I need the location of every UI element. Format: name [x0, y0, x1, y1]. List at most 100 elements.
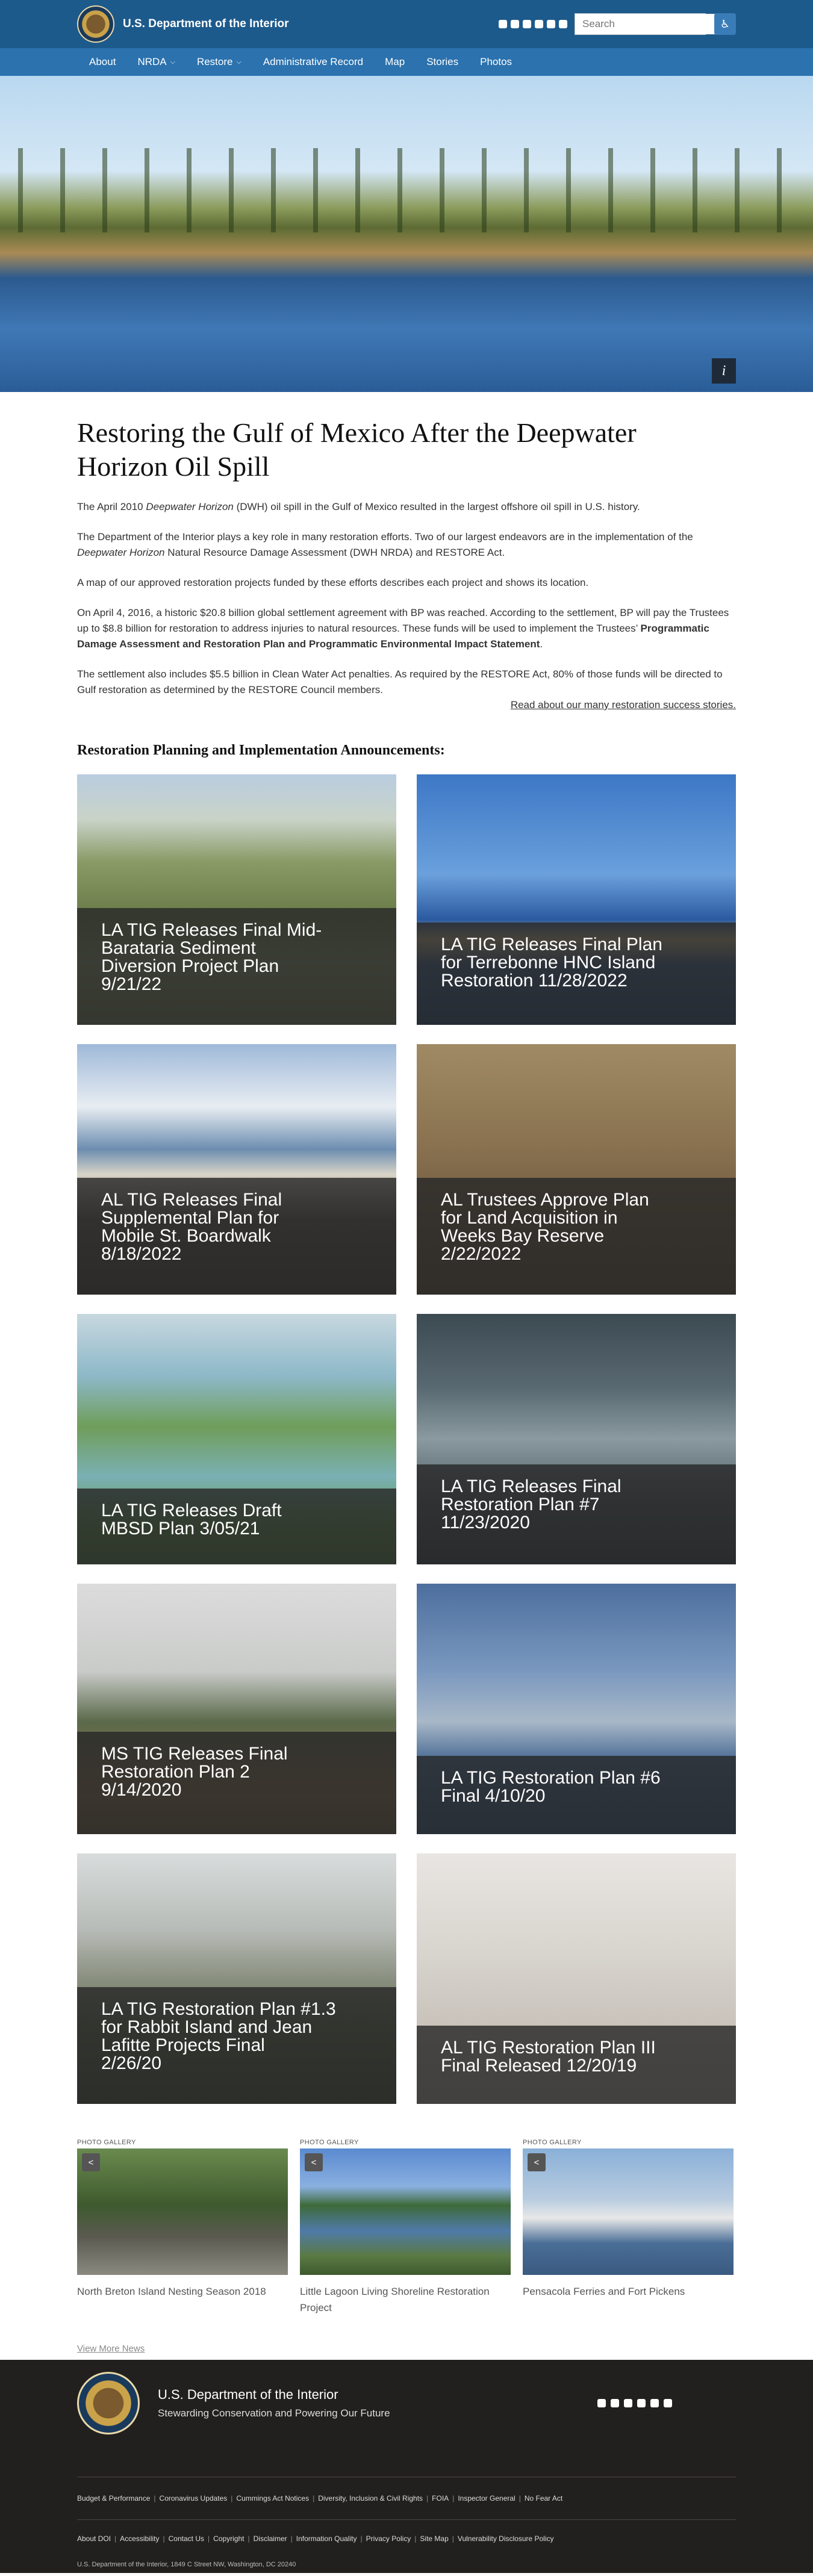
- announcement-card[interactable]: LA TIG Restoration Plan #1.3 for Rabbit I…: [77, 1853, 396, 2104]
- footer-link[interactable]: Information Quality: [296, 2534, 357, 2543]
- gallery-caption[interactable]: North Breton Island Nesting Season 2018: [77, 2283, 288, 2300]
- card-title: AL TIG Releases Final Supplemental Plan f…: [77, 1178, 396, 1295]
- instagram-icon[interactable]: [499, 20, 507, 28]
- announcement-card[interactable]: MS TIG Releases Final Restoration Plan 29…: [77, 1584, 396, 1834]
- footer-link[interactable]: Accessibility: [120, 2534, 159, 2543]
- footer-link[interactable]: Contact Us: [169, 2534, 204, 2543]
- twitter-icon[interactable]: [523, 20, 531, 28]
- gallery-kicker: PHOTO GALLERY: [77, 2139, 136, 2146]
- announcement-card[interactable]: LA TIG Releases Final Mid- Barataria Sedi…: [77, 774, 396, 1025]
- footer-link[interactable]: FOIA: [432, 2494, 449, 2503]
- announcement-card[interactable]: LA TIG Releases Final Restoration Plan #7…: [417, 1314, 736, 1564]
- intro-text: The April 2010 Deepwater Horizon (DWH) o…: [77, 499, 736, 711]
- footer-tagline: Stewarding Conservation and Powering Our…: [158, 2407, 390, 2419]
- success-stories: Read about our many restoration success …: [77, 699, 736, 711]
- gallery-item[interactable]: PHOTO GALLERY < North Breton Island Nest…: [77, 2139, 288, 2316]
- nav-item-nrda[interactable]: NRDA ⌵: [126, 56, 186, 68]
- intro-paragraph-1: The April 2010 Deepwater Horizon (DWH) o…: [77, 501, 640, 512]
- tumblr-icon[interactable]: [637, 2399, 646, 2407]
- nav-item-stories[interactable]: Stories: [416, 56, 469, 68]
- gallery-image[interactable]: <: [523, 2148, 734, 2275]
- linkedin-icon[interactable]: [650, 2399, 659, 2407]
- gallery-caption[interactable]: Pensacola Ferries and Fort Pickens: [523, 2283, 734, 2300]
- footer-link[interactable]: Budget & Performance: [77, 2494, 150, 2503]
- card-title: LA TIG Releases Final Plan for Terrebonne…: [417, 922, 736, 1025]
- gallery-item[interactable]: PHOTO GALLERY < Little Lagoon Living Sho…: [300, 2139, 511, 2316]
- announcement-card[interactable]: LA TIG Releases Draft MBSD Plan 3/05/21: [77, 1314, 396, 1564]
- nav-item-about[interactable]: About: [77, 56, 126, 68]
- footer-link[interactable]: Cummings Act Notices: [236, 2494, 309, 2503]
- search-input[interactable]: [575, 14, 723, 34]
- footer-link[interactable]: Vulnerability Disclosure Policy: [458, 2534, 554, 2543]
- success-stories-link[interactable]: Read about our many restoration success …: [511, 699, 736, 711]
- announcement-card[interactable]: AL TIG Releases Final Supplemental Plan f…: [77, 1044, 396, 1295]
- gallery-image[interactable]: <: [300, 2148, 511, 2275]
- announcement-card[interactable]: LA TIG Restoration Plan #6 Final 4/10/20: [417, 1584, 736, 1834]
- gallery-kicker: PHOTO GALLERY: [300, 2139, 359, 2146]
- page-title: Restoring the Gulf of Mexico After the D…: [77, 417, 637, 482]
- footer-links-row-1: Budget & Performance | Coronavirus Update…: [77, 2494, 563, 2503]
- footer-link[interactable]: Coronavirus Updates: [160, 2494, 228, 2503]
- card-title: LA TIG Restoration Plan #6 Final 4/10/20: [417, 1756, 736, 1834]
- projects-map-link[interactable]: map of our approved restoration projects: [86, 577, 270, 588]
- tumblr-icon[interactable]: [535, 20, 543, 28]
- site-brand[interactable]: U.S. Department of the Interior: [123, 17, 289, 31]
- main-content: Restoring the Gulf of Mexico After the D…: [0, 416, 813, 2316]
- intro-paragraph-4: On April 4, 2016, a historic $20.8 billi…: [77, 607, 729, 650]
- facebook-icon[interactable]: [611, 2399, 619, 2407]
- gallery-item[interactable]: PHOTO GALLERY < Pensacola Ferries and Fo…: [523, 2139, 734, 2316]
- top-bar: U.S. Department of the Interior ♿: [0, 0, 813, 48]
- footer-link[interactable]: No Fear Act: [525, 2494, 562, 2503]
- gallery-kicker: PHOTO GALLERY: [523, 2139, 582, 2146]
- nav-item-administrative-record[interactable]: Administrative Record: [252, 56, 374, 68]
- announcements-heading: Restoration Planning and Implementation …: [77, 742, 445, 758]
- restore-act-link[interactable]: RESTORE Act: [435, 547, 502, 558]
- card-title: MS TIG Releases Final Restoration Plan 29…: [77, 1732, 396, 1834]
- announcement-card[interactable]: AL Trustees Approve Plan for Land Acquisi…: [417, 1044, 736, 1295]
- site-footer: U.S. Department of the Interior Stewardi…: [0, 2360, 813, 2573]
- footer-link[interactable]: Diversity, Inclusion & Civil Rights: [318, 2494, 423, 2503]
- nav-item-restore[interactable]: Restore ⌵: [186, 56, 252, 68]
- chevron-down-icon: ⌵: [236, 58, 241, 66]
- main-nav: About NRDA ⌵ Restore ⌵ Administrative Reco…: [0, 48, 813, 76]
- doi-seal-logo[interactable]: [77, 2372, 140, 2434]
- announcement-card[interactable]: LA TIG Releases Final Plan for Terrebonne…: [417, 774, 736, 1025]
- hero-image: i: [0, 76, 813, 392]
- twitter-icon[interactable]: [624, 2399, 632, 2407]
- share-icon[interactable]: <: [528, 2153, 546, 2171]
- footer-link[interactable]: Inspector General: [458, 2494, 515, 2503]
- instagram-icon[interactable]: [597, 2399, 606, 2407]
- info-icon[interactable]: i: [712, 358, 736, 384]
- footer-link[interactable]: Site Map: [420, 2534, 448, 2543]
- card-title: AL TIG Restoration Plan III Final Release…: [417, 2026, 736, 2104]
- footer-brand: U.S. Department of the Interior Stewardi…: [158, 2387, 390, 2419]
- footer-link[interactable]: Disclaimer: [254, 2534, 287, 2543]
- photo-gallery: PHOTO GALLERY < North Breton Island Nest…: [77, 2139, 736, 2316]
- footer-social-links: [597, 2399, 672, 2407]
- card-title: LA TIG Restoration Plan #1.3 for Rabbit I…: [77, 1987, 396, 2104]
- linkedin-icon[interactable]: [547, 20, 555, 28]
- footer-link[interactable]: Privacy Policy: [366, 2534, 411, 2543]
- view-more-news-link[interactable]: View More News: [77, 2344, 145, 2354]
- search-box: [575, 13, 733, 35]
- accessibility-icon[interactable]: ♿: [714, 13, 736, 35]
- facebook-icon[interactable]: [511, 20, 519, 28]
- footer-link[interactable]: About DOI: [77, 2534, 111, 2543]
- hero-tree-line: [0, 148, 813, 232]
- youtube-icon[interactable]: [664, 2399, 672, 2407]
- share-icon[interactable]: <: [82, 2153, 100, 2171]
- nrda-link[interactable]: Deepwater Horizon Natural Resource Damag…: [77, 547, 347, 558]
- nav-item-photos[interactable]: Photos: [469, 56, 523, 68]
- share-icon[interactable]: <: [305, 2153, 323, 2171]
- footer-link[interactable]: Copyright: [213, 2534, 244, 2543]
- intro-paragraph-2: The Department of the Interior plays a k…: [77, 531, 693, 558]
- gallery-caption[interactable]: Little Lagoon Living Shoreline Restorati…: [300, 2283, 511, 2316]
- gallery-image[interactable]: <: [77, 2148, 288, 2275]
- doi-seal-logo[interactable]: [77, 5, 114, 43]
- nav-item-map[interactable]: Map: [374, 56, 416, 68]
- announcement-card[interactable]: AL TIG Restoration Plan III Final Release…: [417, 1853, 736, 2104]
- card-title: AL Trustees Approve Plan for Land Acquisi…: [417, 1178, 736, 1295]
- youtube-icon[interactable]: [559, 20, 567, 28]
- card-title: LA TIG Releases Final Restoration Plan #7…: [417, 1464, 736, 1564]
- footer-links-row-2: About DOI | Accessibility | Contact Us | Co…: [77, 2534, 554, 2543]
